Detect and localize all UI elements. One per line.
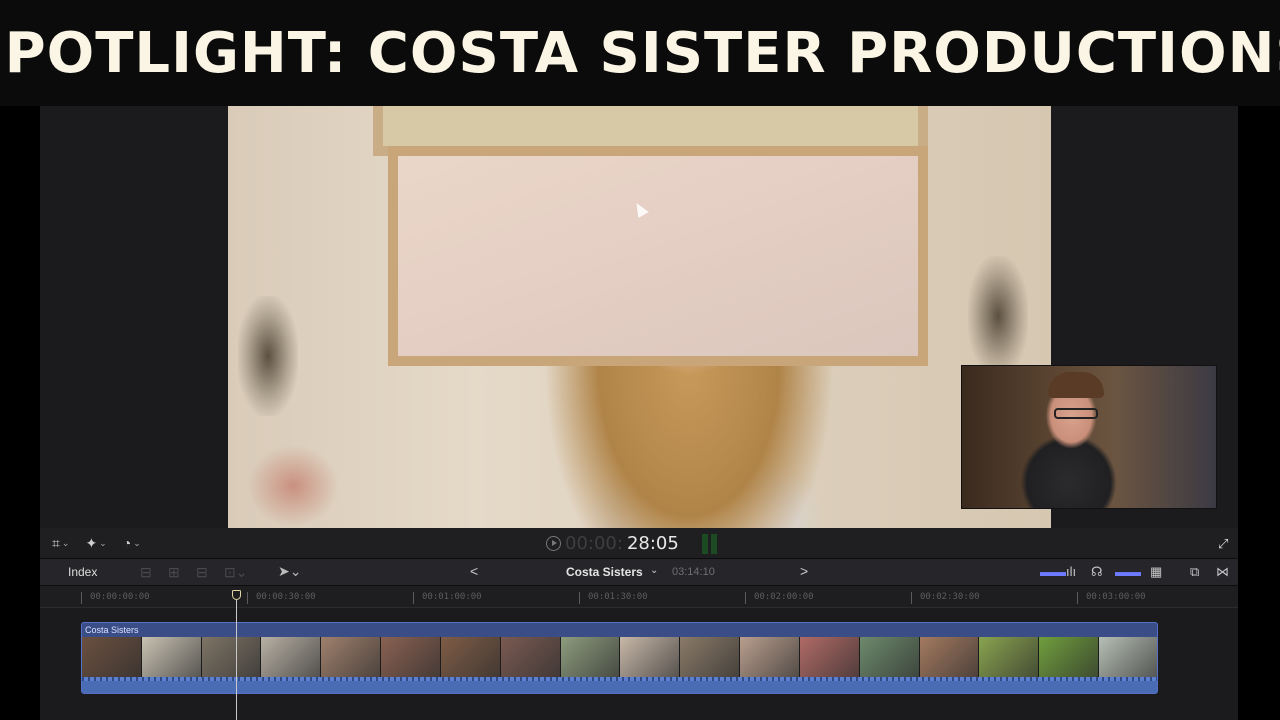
chevron-down-icon: ⌄ (133, 537, 141, 548)
ruler-tick (745, 592, 746, 604)
clip-thumbnail (979, 637, 1040, 677)
clip-thumbnail (740, 637, 800, 677)
clip-audio-waveform (82, 677, 1157, 693)
project-name[interactable]: Costa Sisters (566, 565, 643, 579)
clip-thumbnail (82, 637, 142, 677)
fullscreen-icon[interactable]: ⤢ (1218, 536, 1228, 552)
painting-background (388, 146, 928, 366)
play-icon[interactable] (546, 535, 561, 551)
ruler-tick (81, 592, 82, 604)
ruler-label: 00:02:30:00 (920, 592, 980, 602)
clip-thumbnail (261, 637, 322, 677)
crop-menu[interactable]: ⌗ ⌄ ✦ ⌄ ◔ ⌄ (52, 535, 155, 552)
insert-clip-icon[interactable]: ⊞ (168, 564, 180, 581)
append-clip-icon[interactable]: ⊟ (196, 564, 208, 581)
overwrite-clip-icon[interactable]: ⊡⌄ (224, 564, 247, 581)
clip-thumbnail (859, 637, 920, 677)
ruler-label: 00:01:30:00 (588, 592, 648, 602)
magic-wand-icon: ✦ (85, 534, 98, 551)
chevron-down-icon[interactable]: ⌄ (650, 565, 658, 576)
playhead[interactable] (236, 600, 237, 720)
audio-skimming-icon[interactable]: ılı (1066, 564, 1076, 579)
ruler-label: 00:01:00:00 (422, 592, 482, 602)
effects-browser-icon[interactable]: ⧉ (1190, 564, 1199, 580)
title-banner: SPOTLIGHT: COSTA SISTER PRODUCTIONS (0, 0, 1280, 106)
back-nav-icon[interactable]: < (470, 563, 478, 579)
clip-thumbnail (1099, 637, 1157, 677)
connect-clip-icon[interactable]: ⊟ (140, 564, 152, 581)
snapping-icon[interactable]: ▬▬ (1115, 564, 1141, 579)
clip-thumbnail (680, 637, 741, 677)
ruler-label: 00:00:00:00 (90, 592, 150, 602)
clip-thumbnail (201, 637, 262, 677)
wall-sconce (238, 296, 298, 416)
clip-filmstrip (82, 637, 1157, 677)
timeline-ruler[interactable]: 00:00:00:00 00:00:30:00 00:01:00:00 00:0… (40, 586, 1238, 608)
clip-thumbnail (919, 637, 980, 677)
timeline-clip[interactable]: Costa Sisters (81, 622, 1158, 694)
subject-hand (248, 446, 338, 526)
video-viewer[interactable] (228, 106, 1051, 528)
crop-icon: ⌗ (52, 534, 60, 551)
index-button[interactable]: Index (68, 565, 97, 579)
clip-thumbnail (381, 637, 441, 677)
audio-level-meter (702, 534, 722, 554)
clip-thumbnail (560, 637, 621, 677)
ruler-tick (579, 592, 580, 604)
wall-sconce (968, 256, 1028, 376)
presenter-hair (1048, 372, 1104, 398)
right-letterbox (1240, 106, 1280, 720)
clip-thumbnail (321, 637, 382, 677)
ruler-tick (911, 592, 912, 604)
playhead-handle[interactable] (232, 590, 241, 600)
chevron-down-icon: ⌄ (61, 537, 70, 548)
ruler-tick (413, 592, 414, 604)
clip-thumbnail (141, 637, 202, 677)
clip-thumbnail (440, 637, 501, 677)
timecode-display[interactable]: 00:00: 28:05 (546, 532, 679, 554)
speed-icon: ◔ (122, 535, 132, 551)
timecode-dim: 00:00: (565, 532, 623, 554)
project-duration: 03:14:10 (672, 566, 715, 578)
chevron-down-icon: ⌄ (99, 537, 107, 548)
clip-thumbnail (799, 637, 860, 677)
clip-name: Costa Sisters (85, 625, 139, 635)
clip-appearance-icon[interactable]: ▦ (1150, 564, 1162, 580)
ruler-tick (1077, 592, 1078, 604)
banner-title: SPOTLIGHT: COSTA SISTER PRODUCTIONS (0, 20, 1280, 86)
clip-thumbnail (620, 637, 681, 677)
skimming-icon[interactable]: ▬▬ (1040, 564, 1066, 579)
ruler-label: 00:02:00:00 (754, 592, 814, 602)
video-editor-window: ⌗ ⌄ ✦ ⌄ ◔ ⌄ 00:00: 28:05 ⤢ Index ⊟ ⊞ ⊟ ⊡⌄ ➤… (40, 106, 1238, 720)
ruler-label: 00:03:00:00 (1086, 592, 1146, 602)
clip-thumbnail (500, 637, 561, 677)
select-arrow-icon[interactable]: ➤⌄ (278, 563, 301, 580)
timeline[interactable]: Costa Sisters (40, 608, 1238, 720)
ruler-tick (247, 592, 248, 604)
ruler-label: 00:00:30:00 (256, 592, 316, 602)
presenter-webcam-overlay (961, 365, 1217, 509)
forward-nav-icon[interactable]: > (800, 563, 808, 579)
presenter-glasses (1054, 408, 1098, 419)
timecode-value: 28:05 (626, 532, 679, 554)
left-letterbox (0, 106, 40, 720)
transitions-icon[interactable]: ⋈ (1216, 564, 1229, 580)
timeline-toolbar: Index ⊟ ⊞ ⊟ ⊡⌄ ➤⌄ < Costa Sisters ⌄ 03:1… (40, 558, 1238, 586)
clip-thumbnail (1039, 637, 1100, 677)
headphones-icon[interactable]: ☊ (1091, 564, 1103, 580)
